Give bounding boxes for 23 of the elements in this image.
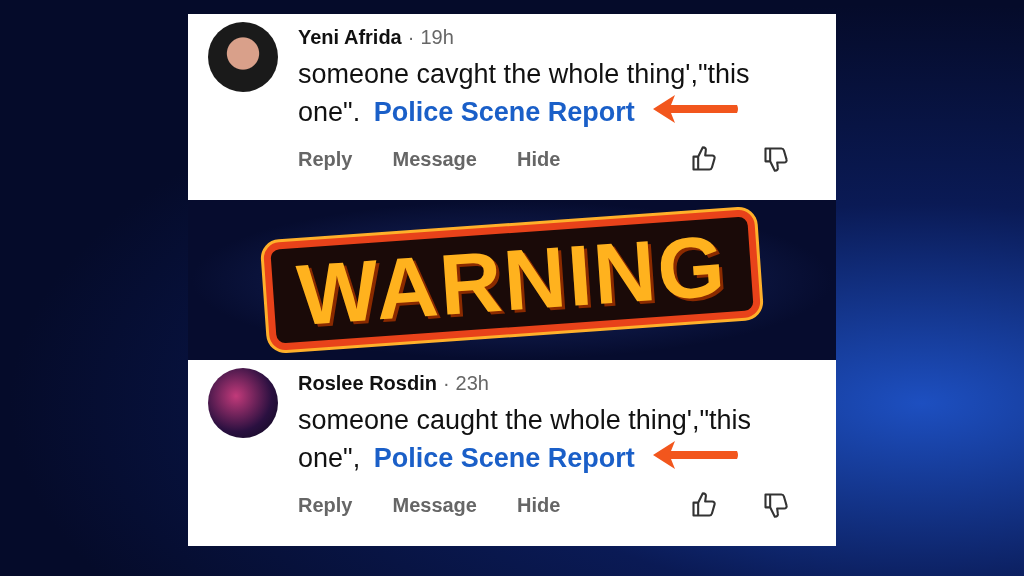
thumbs-down-icon[interactable]: [762, 145, 790, 173]
thumbs-up-icon[interactable]: [690, 145, 718, 173]
comment-link[interactable]: Police Scene Report: [373, 97, 635, 127]
separator-dot: ·: [442, 372, 450, 395]
arrow-icon: [652, 95, 739, 123]
comment-time: 23h: [455, 372, 489, 395]
warning-badge: WARNING: [263, 209, 761, 351]
action-button[interactable]: Hide: [516, 147, 561, 171]
separator-dot: ·: [407, 26, 415, 49]
comment-text: someone cavght the whole thing',"this one". Police Scene Report: [298, 58, 751, 129]
comment-link[interactable]: Police Scene Report: [373, 443, 635, 473]
thumbs-up-icon[interactable]: [690, 491, 718, 519]
action-button[interactable]: Message: [392, 493, 477, 517]
author-name: Yeni Afrida: [298, 26, 402, 49]
thumbs-down-icon[interactable]: [762, 491, 790, 519]
author-name: Roslee Rosdin: [298, 372, 437, 395]
arrow-icon: [652, 441, 739, 469]
action-button[interactable]: Reply: [298, 493, 353, 517]
action-button[interactable]: Hide: [516, 493, 561, 517]
action-button[interactable]: Reply: [298, 147, 353, 171]
action-button[interactable]: Message: [392, 147, 477, 171]
comment-time: 19h: [420, 26, 454, 49]
comment-text: someone caught the whole thing',"this one", Police Scene Report: [298, 404, 753, 475]
